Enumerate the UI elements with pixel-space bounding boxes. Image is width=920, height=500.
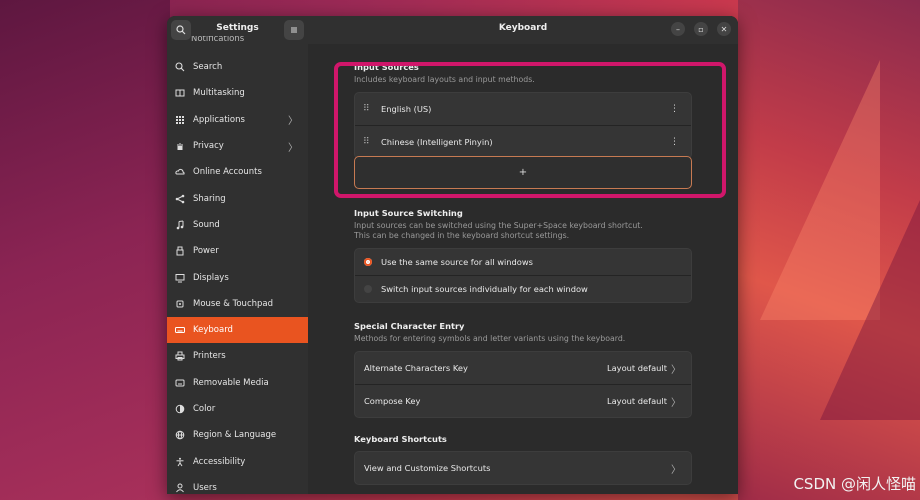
- minimize-button[interactable]: –: [671, 22, 685, 36]
- sidebar-item-power[interactable]: Power: [167, 238, 308, 264]
- users-icon: [175, 483, 185, 493]
- share-icon: [175, 194, 185, 204]
- sidebar-list: Search Multitasking Applications 〉 Privacy 〉 O…: [167, 54, 308, 494]
- multitasking-icon: [175, 88, 185, 98]
- chevron-right-icon: 〉: [671, 364, 681, 376]
- power-icon: [175, 246, 185, 256]
- chevron-right-icon: 〉: [671, 464, 681, 476]
- alternate-characters-row[interactable]: Alternate Characters Key Layout default …: [355, 352, 691, 384]
- music-note-icon: [175, 220, 185, 230]
- sidebar-item-mouse-touchpad[interactable]: Mouse & Touchpad: [167, 291, 308, 317]
- sidebar-item-privacy[interactable]: Privacy 〉: [167, 133, 308, 159]
- special-entry-title: Special Character Entry: [354, 321, 465, 331]
- sidebar-item-notifications[interactable]: Notifications: [191, 36, 244, 44]
- radio-unselected-icon[interactable]: [364, 285, 372, 293]
- shortcuts-title: Keyboard Shortcuts: [354, 434, 447, 444]
- main-header: Keyboard – ▫ ✕: [308, 16, 738, 44]
- sidebar-item-online-accounts[interactable]: Online Accounts: [167, 159, 308, 185]
- maximize-button[interactable]: ▫: [694, 22, 708, 36]
- sidebar-item-label: Displays: [193, 272, 229, 283]
- sidebar-item-label: Removable Media: [193, 377, 269, 388]
- special-entry-subtitle: Methods for entering symbols and letter …: [354, 334, 626, 343]
- special-entry-list: Alternate Characters Key Layout default …: [354, 351, 692, 418]
- sidebar-item-label: Region & Language: [193, 430, 277, 441]
- compose-key-row[interactable]: Compose Key Layout default 〉: [355, 384, 691, 417]
- row-label: Compose Key: [364, 396, 421, 406]
- sidebar-item-label: Color: [193, 404, 216, 414]
- watermark: CSDN @闲人怪喵: [793, 475, 916, 493]
- sidebar-item-label: Accessibility: [193, 456, 246, 467]
- chevron-right-icon: 〉: [671, 397, 681, 409]
- switching-title: Input Source Switching: [354, 208, 463, 218]
- close-icon: ✕: [720, 24, 728, 34]
- row-label: Alternate Characters Key: [364, 363, 468, 373]
- sidebar: Settings Notifications Search Multitaskin…: [167, 16, 308, 494]
- switching-options: Use the same source for all windows Swit…: [354, 248, 692, 303]
- sidebar-item-users[interactable]: Users: [167, 475, 308, 494]
- sidebar-item-sound[interactable]: Sound: [167, 212, 308, 238]
- shortcuts-list: View and Customize Shortcuts 〉: [354, 451, 692, 485]
- sidebar-item-printers[interactable]: Printers: [167, 343, 308, 369]
- minimize-icon: –: [676, 24, 680, 34]
- radio-selected-icon[interactable]: [364, 258, 372, 266]
- radio-same-source[interactable]: Use the same source for all windows: [355, 249, 691, 275]
- row-label: View and Customize Shortcuts: [364, 463, 491, 473]
- sidebar-item-label: Sharing: [193, 193, 226, 204]
- radio-individual-source[interactable]: Switch input sources individually for ea…: [355, 275, 691, 302]
- sidebar-item-removable-media[interactable]: Removable Media: [167, 370, 308, 396]
- highlight-annotation: [334, 62, 726, 198]
- sidebar-item-label: Search: [193, 62, 223, 73]
- close-button[interactable]: ✕: [717, 22, 731, 36]
- sidebar-item-displays[interactable]: Displays: [167, 264, 308, 290]
- search-icon: [175, 62, 185, 72]
- sidebar-item-label: Multitasking: [193, 88, 245, 99]
- sidebar-item-label: Mouse & Touchpad: [193, 298, 274, 309]
- sidebar-item-label: Users: [193, 482, 217, 493]
- mouse-icon: [175, 299, 185, 309]
- sidebar-item-sharing[interactable]: Sharing: [167, 185, 308, 211]
- globe-icon: [175, 430, 185, 440]
- hamburger-icon: [291, 27, 297, 33]
- row-value: Layout default: [606, 363, 667, 373]
- sidebar-item-applications[interactable]: Applications 〉: [167, 107, 308, 133]
- cloud-icon: [175, 167, 185, 177]
- wallpaper-shape: [820, 200, 920, 420]
- chevron-right-icon: 〉: [288, 142, 298, 154]
- radio-label: Use the same source for all windows: [381, 257, 533, 267]
- sidebar-item-label: Online Accounts: [193, 167, 262, 178]
- sidebar-item-label: Printers: [193, 351, 226, 362]
- accessibility-icon: [175, 457, 185, 467]
- sidebar-item-region-language[interactable]: Region & Language: [167, 422, 308, 448]
- hand-icon: [175, 141, 185, 151]
- radio-label: Switch input sources individually for ea…: [381, 284, 588, 294]
- wallpaper-left: [0, 0, 170, 500]
- keyboard-icon: [175, 325, 185, 335]
- sidebar-item-accessibility[interactable]: Accessibility: [167, 448, 308, 474]
- row-value: Layout default: [606, 396, 667, 406]
- color-icon: [175, 404, 185, 414]
- sidebar-item-label: Sound: [193, 219, 220, 230]
- printer-icon: [175, 351, 185, 361]
- applications-icon: [175, 115, 185, 125]
- switching-subtitle: Input sources can be switched using the …: [354, 221, 643, 240]
- media-icon: [175, 378, 185, 388]
- sidebar-item-multitasking[interactable]: Multitasking: [167, 80, 308, 106]
- sidebar-item-color[interactable]: Color: [167, 396, 308, 422]
- sidebar-item-label: Power: [193, 246, 219, 257]
- sidebar-item-search[interactable]: Search: [167, 54, 308, 80]
- sidebar-item-keyboard[interactable]: Keyboard: [167, 316, 308, 344]
- maximize-icon: ▫: [698, 24, 704, 34]
- menu-button[interactable]: [284, 20, 304, 40]
- chevron-right-icon: 〉: [288, 116, 298, 128]
- sidebar-item-label: Applications: [193, 114, 245, 125]
- sidebar-item-label: Privacy: [193, 141, 224, 152]
- view-shortcuts-row[interactable]: View and Customize Shortcuts 〉: [355, 452, 691, 484]
- sidebar-item-label: Keyboard: [193, 325, 233, 336]
- display-icon: [175, 273, 185, 283]
